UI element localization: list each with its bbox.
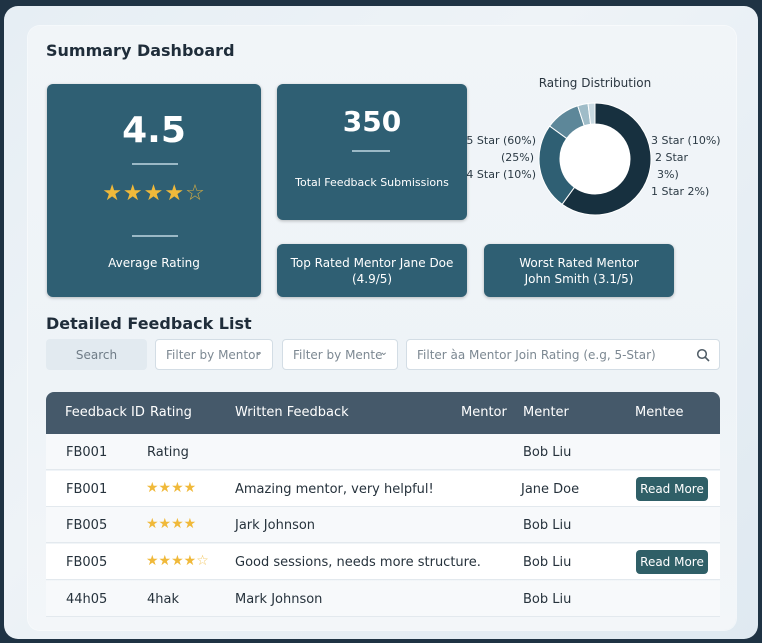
written-feedback-cell: Mark Johnson [235, 592, 323, 607]
written-feedback-cell: Jark Johnson [235, 518, 316, 533]
filter-search-placeholder: Filter àa Mentor Join Rating (e.g, 5-Sta… [417, 347, 656, 362]
rating-stars: ★★★★☆ [146, 553, 209, 569]
filter-mentor-select[interactable]: Filter by Mentor ⌄ [155, 339, 273, 370]
average-rating-label: Average Rating [108, 256, 200, 270]
column-header[interactable]: Menter [523, 405, 569, 420]
legend-label: (25%) [500, 151, 534, 164]
mentor-cell: Jane Doe [521, 482, 580, 497]
total-submissions-label: Total Feedback Submissions [295, 176, 449, 189]
distribution-right-legend: 3 Star (10%) 2 Star 3%) 1 Star 2%) [651, 132, 721, 200]
legend-label: 3%) [657, 168, 679, 181]
rating-stars: ★★★★ [146, 480, 197, 496]
column-header[interactable]: Feedback ID [65, 405, 145, 420]
table-row[interactable]: FB005 ★★★★ Jark Johnson Bob Liu [46, 507, 720, 543]
filter-search-input[interactable]: Filter àa Mentor Join Rating (e.g, 5-Sta… [406, 339, 720, 370]
chevron-down-icon: ⌄ [379, 347, 388, 358]
feedback-list-title: Detailed Feedback List [46, 314, 252, 333]
legend-label: 3 Star (10%) [651, 134, 721, 147]
distribution-title: Rating Distribution [538, 76, 652, 90]
rating-cell: Rating [147, 445, 189, 460]
written-feedback-cell: Amazing mentor, very helpful! [235, 482, 434, 497]
read-more-button[interactable]: Read More [636, 550, 708, 574]
summary-title: Summary Dashboard [46, 41, 235, 60]
filter-mentor-label: Filter by Mentor [166, 347, 261, 362]
mentor-cell: Bob Liu [523, 555, 572, 570]
written-feedback-cell: Good sessions, needs more structure. [235, 555, 481, 570]
mentor-cell: Bob Liu [523, 518, 572, 533]
average-stars: ★★★★☆ [102, 181, 206, 206]
read-more-button[interactable]: Read More [636, 477, 708, 501]
mentor-cell: Bob Liu [523, 445, 572, 460]
column-header[interactable]: Rating [150, 405, 192, 420]
table-header: Feedback ID Rating Written Feedback Ment… [46, 392, 720, 434]
rating-donut-chart [538, 102, 652, 216]
top-mentor-line2: (4.9/5) [351, 272, 393, 286]
feedback-id-cell: FB001 [66, 445, 108, 460]
rating-stars: ★★★★ [146, 516, 197, 532]
legend-label: 1 Star 2%) [651, 185, 710, 198]
table-row[interactable]: FB001 ★★★★ Amazing mentor, very helpful! Ja… [46, 471, 720, 507]
feedback-id-cell: FB005 [66, 518, 108, 533]
top-rated-mentor-card[interactable]: Top Rated Mentor Jane Doe (4.9/5) [277, 244, 467, 297]
donut-hole [560, 124, 630, 194]
divider [132, 163, 178, 165]
column-header[interactable]: Mentor [461, 405, 507, 420]
filter-mentee-label: Filter by Mente [293, 347, 383, 362]
feedback-id-cell: 44h05 [66, 592, 108, 607]
total-submissions-card: 350 Total Feedback Submissions [277, 84, 467, 220]
feedback-id-cell: FB005 [66, 555, 108, 570]
legend-label: 2 Star [655, 151, 689, 164]
chevron-down-icon: ⌄ [254, 347, 263, 358]
worst-mentor-line2: John Smith (3.1/5) [524, 272, 634, 286]
mentor-cell: Bob Liu [523, 592, 572, 607]
table-row[interactable]: FB001 Rating Bob Liu [46, 434, 720, 470]
worst-mentor-line1: Worst Rated Mentor [519, 256, 639, 270]
distribution-left-legend: 5 Star (60%) (25%) 4 Star (10%) [466, 132, 536, 183]
search-button[interactable]: Search [46, 339, 147, 370]
average-rating-card: 4.5 ★★★★☆ Average Rating [47, 84, 261, 297]
average-rating-value: 4.5 [122, 110, 186, 151]
legend-label: 4 Star (10%) [466, 168, 536, 181]
filter-mentee-select[interactable]: Filter by Mente ⌄ [282, 339, 398, 370]
table-row[interactable]: FB005 ★★★★☆ Good sessions, needs more stru… [46, 544, 720, 580]
column-header[interactable]: Written Feedback [235, 405, 349, 420]
divider [132, 235, 178, 237]
column-header[interactable]: Mentee [635, 405, 684, 420]
feedback-id-cell: FB001 [66, 482, 108, 497]
search-icon [696, 348, 710, 362]
rating-cell: 4hak [147, 592, 180, 607]
table-row[interactable]: 44h05 4hak Mark Johnson Bob Liu [46, 581, 720, 617]
worst-rated-mentor-card[interactable]: Worst Rated Mentor John Smith (3.1/5) [484, 244, 674, 297]
top-mentor-line1: Top Rated Mentor Jane Doe [290, 256, 454, 270]
total-submissions-value: 350 [342, 105, 402, 138]
divider [352, 150, 390, 152]
legend-label: 5 Star (60%) [466, 134, 536, 147]
